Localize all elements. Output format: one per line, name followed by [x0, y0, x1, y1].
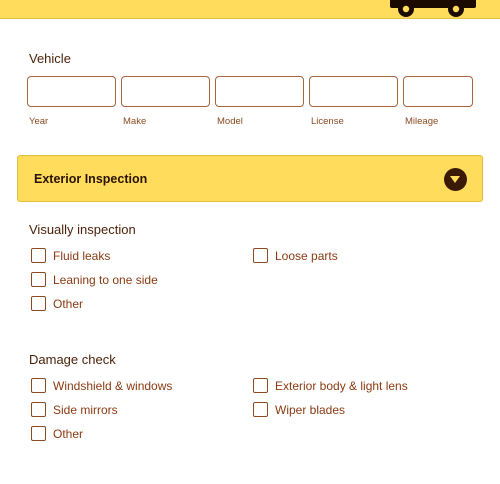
checkbox-leaning-to-one-side[interactable]: Leaning to one side — [31, 272, 158, 287]
vehicle-section-title: Vehicle — [29, 51, 71, 66]
year-label: Year — [29, 116, 49, 127]
make-label: Make — [123, 116, 147, 127]
chevron-down-icon[interactable] — [444, 168, 467, 191]
checkbox-label: Other — [53, 426, 84, 441]
year-field[interactable] — [27, 76, 116, 107]
checkbox-label: Leaning to one side — [53, 272, 158, 287]
checkbox-box[interactable] — [31, 248, 46, 263]
checkbox-fluid-leaks[interactable]: Fluid leaks — [31, 248, 110, 263]
checkbox-label: Exterior body & light lens — [275, 378, 408, 393]
checkbox-other-damage[interactable]: Other — [31, 426, 83, 441]
truck-icon — [390, 0, 476, 17]
checkbox-label: Loose parts — [275, 248, 338, 263]
model-field[interactable] — [215, 76, 304, 107]
checkbox-exterior-body-light-lens[interactable]: Exterior body & light lens — [253, 378, 408, 393]
checkbox-wiper-blades[interactable]: Wiper blades — [253, 402, 345, 417]
checkbox-box[interactable] — [31, 296, 46, 311]
license-field[interactable] — [309, 76, 398, 107]
checkbox-label: Other — [53, 296, 84, 311]
checkbox-box[interactable] — [253, 378, 268, 393]
checkbox-box[interactable] — [31, 426, 46, 441]
checkbox-loose-parts[interactable]: Loose parts — [253, 248, 338, 263]
checkbox-label: Side mirrors — [53, 402, 118, 417]
header-banner — [0, 0, 500, 19]
checkbox-box[interactable] — [253, 402, 268, 417]
checkbox-box[interactable] — [31, 402, 46, 417]
mileage-field[interactable] — [403, 76, 473, 107]
checkbox-label: Wiper blades — [275, 402, 346, 417]
visual-inspection-title: Visually inspection — [29, 222, 136, 237]
license-label: License — [311, 116, 344, 127]
accordion-title: Exterior Inspection — [34, 172, 148, 186]
checkbox-box[interactable] — [31, 378, 46, 393]
checkbox-side-mirrors[interactable]: Side mirrors — [31, 402, 118, 417]
checkbox-label: Fluid leaks — [53, 248, 111, 263]
mileage-label: Mileage — [405, 116, 439, 127]
damage-check-title: Damage check — [29, 352, 116, 367]
checkbox-other-visual[interactable]: Other — [31, 296, 83, 311]
model-label: Model — [217, 116, 243, 127]
checkbox-label: Windshield & windows — [53, 378, 173, 393]
exterior-inspection-accordion[interactable]: Exterior Inspection — [17, 155, 483, 202]
checkbox-box[interactable] — [31, 272, 46, 287]
checkbox-box[interactable] — [253, 248, 268, 263]
make-field[interactable] — [121, 76, 210, 107]
checkbox-windshield-windows[interactable]: Windshield & windows — [31, 378, 172, 393]
